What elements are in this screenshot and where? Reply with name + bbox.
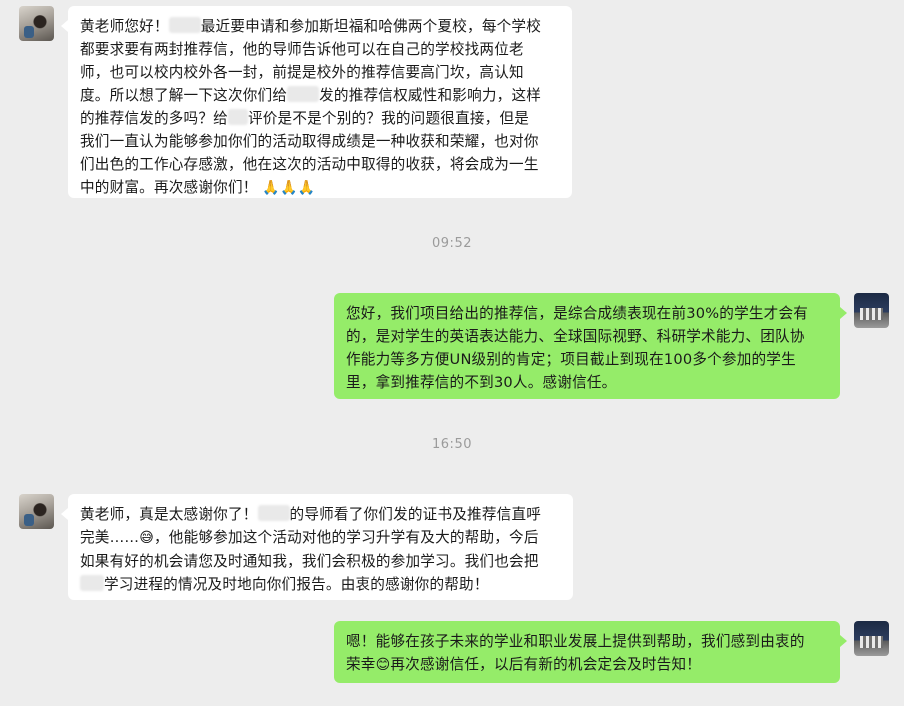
message-line: 师，也可以校内校外各一封，前提是校外的推荐信要高门坎，高认知 [80,64,524,81]
message-line: 的，是对学生的英语表达能力、全球国际视野、科研学术能力、团队协 [346,328,805,345]
message-line: 如果有好的机会请您及时通知我，我们会积极的参加学习。我们也会把 [80,553,539,570]
message-line: 中的财富。再次感谢你们！ 🙏🙏🙏 [80,179,316,196]
message-line: 我们一直认为能够参加你们的活动取得成绩是一种收获和荣耀，也对你 [80,133,539,150]
redacted-name [227,109,248,125]
parent-avatar[interactable] [19,6,54,41]
parent-avatar[interactable] [19,494,54,529]
message-line: 荣幸😊再次感谢信任，以后有新的机会定会及时告知！ [346,656,702,673]
message-line: 度。所以想了解一下这次你们给 发的推荐信权威性和影响力，这样 [80,86,542,104]
message-bubble-1[interactable]: 黄老师您好！ 最近要申请和参加斯坦福和哈佛两个夏校，每个学校 都要求要有两封推荐信… [61,6,572,198]
message-timestamp: 09:52 [432,236,472,251]
folded-hands-emoji-icon: 🙏🙏🙏 [262,180,316,196]
message-bubble-4[interactable]: 嗯！能够在孩子未来的学业和职业发展上提供到帮助，我们感到由衷的 荣幸😊再次感谢信… [334,621,847,683]
redacted-name [80,575,104,591]
message-line: 作能力等多方便UN级别的肯定；项目截止到现在100多个参加的学生 [346,351,796,368]
message-line: 里，拿到推荐信的不到30人。感谢信任。 [346,374,617,391]
message-timestamp: 16:50 [432,437,472,452]
redacted-name [257,505,290,521]
teacher-avatar[interactable] [854,621,889,656]
message-line: 您好，我们项目给出的推荐信，是综合成绩表现在前30%的学生才会有 [346,305,809,322]
message-line: 的推荐信发的多吗？给 评价是不是个别的？我的问题很直接，但是 [80,109,530,127]
message-line: 黄老师，真是太感谢你了！ 的导师看了你们发的证书及推荐信直呼 [80,505,542,523]
smiling-emoji-icon: 😊 [375,657,391,673]
redacted-name [287,86,320,102]
message-line: 学习进程的情况及时地向你们报告。由衷的感谢你的帮助！ [80,573,561,596]
chat-window: 黄老师您好！ 最近要申请和参加斯坦福和哈佛两个夏校，每个学校 都要求要有两封推荐信… [0,0,904,706]
message-line: 完美……😅，他能够参加这个活动对他的学习升学有及大的帮助，今后 [80,529,539,546]
sweat-smile-emoji-icon: 😅 [139,530,154,546]
message-line: 们出色的工作心存感激，他在这次的活动中取得的收获，将会成为一生 [80,156,539,173]
redacted-name [168,17,201,33]
message-line: 黄老师您好！ 最近要申请和参加斯坦福和哈佛两个夏校，每个学校 [80,17,542,35]
message-line: 都要求要有两封推荐信，他的导师告诉他可以在自己的学校找两位老 [80,41,524,58]
teacher-avatar[interactable] [854,293,889,328]
message-bubble-2[interactable]: 您好，我们项目给出的推荐信，是综合成绩表现在前30%的学生才会有 的，是对学生的… [334,293,847,399]
message-line: 嗯！能够在孩子未来的学业和职业发展上提供到帮助，我们感到由衷的 [346,633,805,650]
message-bubble-3[interactable]: 黄老师，真是太感谢你了！ 的导师看了你们发的证书及推荐信直呼 完美……😅，他能够参… [61,494,573,600]
